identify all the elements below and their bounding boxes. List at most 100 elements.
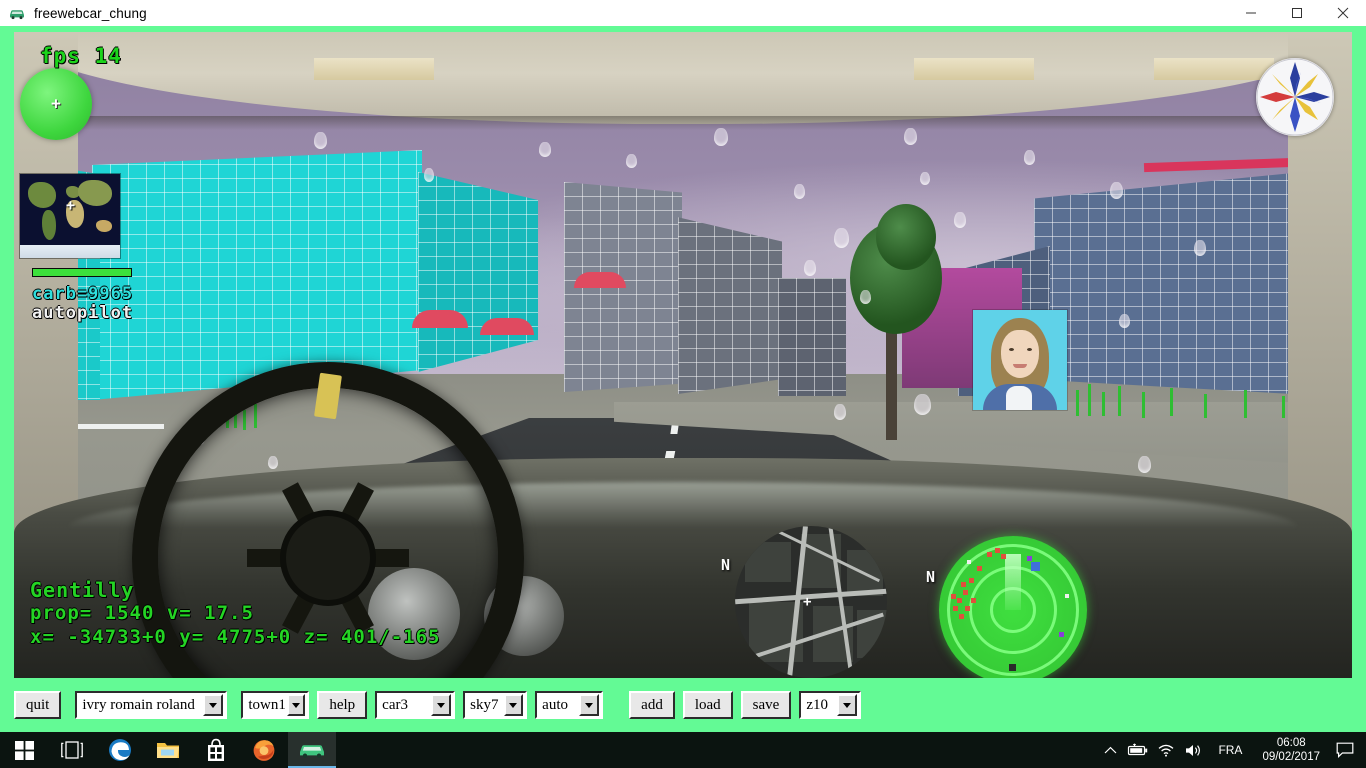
- radar-blip: [959, 614, 964, 619]
- awning: [412, 310, 468, 328]
- radar-blip: [953, 606, 958, 611]
- radar-blip: [1001, 554, 1006, 559]
- rain-droplet: [804, 260, 816, 276]
- clock[interactable]: 06:08 09/02/2017: [1252, 736, 1330, 764]
- control-toolbar: quit ivry romain roland town1 help car3 …: [0, 678, 1366, 732]
- town-select[interactable]: town1: [241, 691, 310, 719]
- freewebcar-button[interactable]: [288, 732, 336, 768]
- maximize-button[interactable]: [1274, 0, 1320, 26]
- portrait-eye-right: [1027, 348, 1032, 351]
- radar-blip: [963, 590, 968, 595]
- firefox-icon: [253, 740, 275, 761]
- map-block: [745, 542, 791, 582]
- windows-logo-icon: [14, 740, 34, 760]
- application-body: + N N + + fps 14 carb=9965 autopilot Gen…: [0, 26, 1366, 732]
- tree-trunk: [886, 332, 897, 440]
- start-button[interactable]: [0, 732, 48, 768]
- windows-taskbar: FRA 06:08 09/02/2017: [0, 732, 1366, 768]
- awning: [574, 272, 626, 288]
- portrait-shirt: [1006, 386, 1032, 410]
- car-select[interactable]: car3: [375, 691, 456, 719]
- steering-wheel-marker: [314, 372, 342, 420]
- rain-droplet: [424, 168, 434, 182]
- show-hidden-icons-button[interactable]: [1096, 732, 1124, 768]
- task-view-button[interactable]: [48, 732, 96, 768]
- rain-droplet: [954, 212, 966, 228]
- building: [92, 150, 422, 400]
- mode-select[interactable]: auto: [535, 691, 604, 719]
- mode-select-value: auto: [542, 696, 568, 713]
- chevron-down-icon[interactable]: [287, 694, 306, 716]
- battery-icon: [1128, 743, 1148, 756]
- radar-display[interactable]: [939, 536, 1087, 678]
- rain-droplet: [314, 132, 327, 149]
- quit-button[interactable]: quit: [14, 691, 62, 719]
- grass-tuft: [1282, 396, 1285, 418]
- clock-date: 09/02/2017: [1262, 751, 1320, 763]
- town-select-value: town1: [248, 696, 286, 713]
- save-button[interactable]: save: [740, 691, 792, 719]
- car-icon: [300, 745, 324, 758]
- car-select-value: car3: [382, 696, 408, 713]
- rain-droplet: [794, 184, 805, 199]
- add-button[interactable]: add: [629, 691, 675, 719]
- rain-droplet: [860, 290, 871, 304]
- grass-tuft: [1118, 386, 1121, 416]
- driving-viewport[interactable]: + N N + + fps 14 carb=9965 autopilot Gen…: [14, 32, 1352, 678]
- radar-blip: [957, 598, 962, 603]
- edge-button[interactable]: [96, 732, 144, 768]
- building: [418, 172, 538, 372]
- file-explorer-button[interactable]: [144, 732, 192, 768]
- rain-droplet: [539, 142, 551, 157]
- radar-blip: [969, 578, 974, 583]
- language-indicator[interactable]: FRA: [1208, 743, 1252, 757]
- action-center-button[interactable]: [1330, 732, 1360, 768]
- chevron-down-icon[interactable]: [579, 694, 600, 716]
- system-tray: FRA 06:08 09/02/2017: [1096, 732, 1366, 768]
- rain-droplet: [626, 154, 637, 168]
- store-button[interactable]: [192, 732, 240, 768]
- zoom-select-value: z10: [806, 696, 828, 713]
- portrait-billboard: [973, 310, 1067, 410]
- radar-blip: [965, 606, 970, 611]
- portrait-face: [1001, 330, 1039, 378]
- rain-droplet: [1138, 456, 1151, 473]
- rain-droplet: [1119, 314, 1130, 328]
- volume-button[interactable]: [1180, 732, 1208, 768]
- chevron-up-icon: [1104, 746, 1117, 753]
- sun-visor-strip: [914, 58, 1034, 80]
- radar-blip: [1031, 562, 1040, 571]
- network-button[interactable]: [1152, 732, 1180, 768]
- chevron-down-icon[interactable]: [431, 694, 452, 716]
- map-inset[interactable]: +: [735, 526, 887, 678]
- sky-select-value: sky7: [470, 696, 499, 713]
- chevron-down-icon[interactable]: [503, 694, 524, 716]
- minimize-button[interactable]: [1228, 0, 1274, 26]
- grass-tuft: [1204, 394, 1207, 418]
- sky-select[interactable]: sky7: [463, 691, 528, 719]
- radar-blip: [987, 552, 992, 557]
- grass-tuft: [1142, 392, 1145, 418]
- steering-wheel-hub: [280, 510, 376, 606]
- firefox-button[interactable]: [240, 732, 288, 768]
- radar-blip: [951, 594, 956, 599]
- folder-icon: [157, 743, 179, 758]
- zoom-select[interactable]: z10: [799, 691, 862, 719]
- clock-time: 06:08: [1276, 737, 1306, 749]
- radar-sweep: [1005, 554, 1021, 610]
- close-button[interactable]: [1320, 0, 1366, 26]
- load-button[interactable]: load: [682, 691, 733, 719]
- portrait-eye-left: [1009, 348, 1014, 351]
- map-north-label: N: [721, 556, 731, 574]
- map-crosshair: +: [803, 594, 812, 610]
- radar-blip: [1059, 632, 1064, 637]
- tree-crown: [876, 204, 936, 270]
- route-select[interactable]: ivry romain roland: [75, 691, 228, 719]
- rain-droplet: [834, 228, 849, 248]
- chevron-down-icon[interactable]: [837, 694, 858, 716]
- battery-button[interactable]: [1124, 732, 1152, 768]
- chevron-down-icon[interactable]: [203, 694, 224, 716]
- radar-blip: [961, 582, 966, 587]
- grass-tuft: [1170, 388, 1173, 416]
- help-button[interactable]: help: [317, 691, 368, 719]
